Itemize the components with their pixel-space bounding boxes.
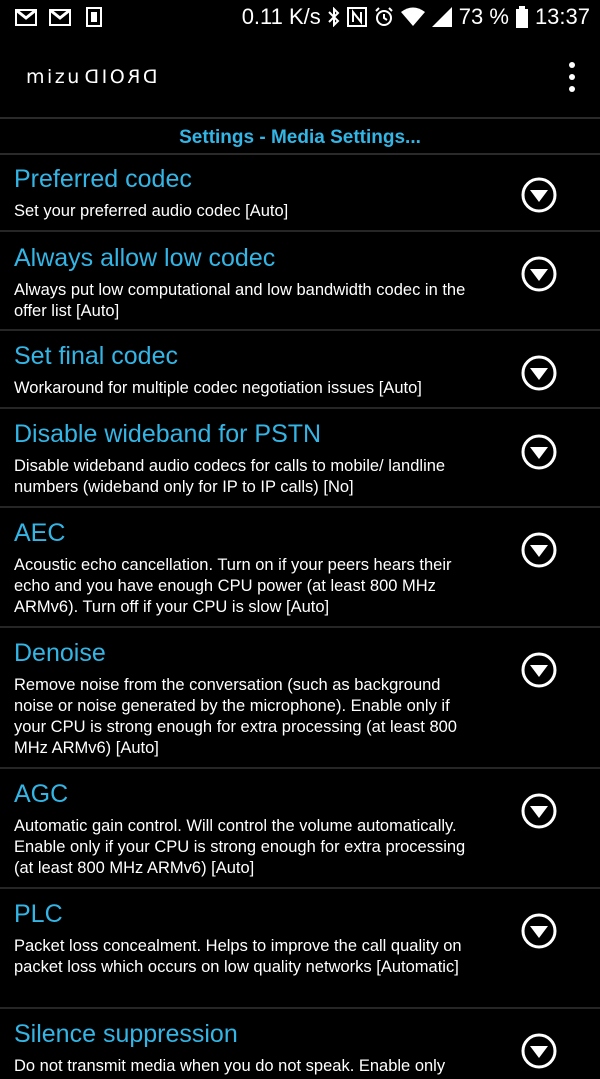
setting-title: AGC (14, 780, 69, 808)
chevron-down-icon[interactable] (521, 1033, 557, 1069)
setting-summary: Disable wideband audio codecs for calls … (14, 457, 446, 496)
logo-text-right: DROID (81, 66, 158, 88)
overflow-menu-button[interactable] (566, 62, 578, 92)
system-status: 0.11 K/s 73 % 13:37 (242, 4, 590, 30)
app-logo: mizuDROID (26, 66, 157, 88)
battery-icon (515, 6, 528, 28)
setting-aec[interactable]: AEC Acoustic echo cancellation. Turn on … (0, 508, 600, 628)
setting-set-final-codec[interactable]: Set final codec Workaround for multiple … (0, 331, 600, 409)
setting-agc[interactable]: AGC Automatic gain control. Will control… (0, 769, 600, 889)
setting-title: Silence suppression (14, 1020, 238, 1048)
setting-title: Disable wideband for PSTN (14, 420, 322, 448)
chevron-down-icon[interactable] (521, 652, 557, 688)
alarm-icon (374, 7, 394, 27)
settings-list: Preferred codec Set your preferred audio… (0, 155, 600, 1079)
setting-title: Set final codec (14, 342, 178, 370)
setting-title: Always allow low codec (14, 244, 276, 272)
chevron-down-icon[interactable] (521, 434, 557, 470)
dot-icon (569, 62, 575, 68)
notification-icons (14, 6, 106, 28)
setting-summary: Always put low computational and low ban… (14, 281, 466, 320)
status-bar: 0.11 K/s 73 % 13:37 (0, 0, 600, 38)
setting-denoise[interactable]: Denoise Remove noise from the conversati… (0, 628, 600, 769)
setting-title: AEC (14, 519, 66, 547)
gmail-icon (14, 6, 38, 28)
setting-silence-suppression[interactable]: Silence suppression Do not transmit medi… (0, 1009, 600, 1079)
chevron-down-icon[interactable] (521, 177, 557, 213)
dot-icon (569, 74, 575, 80)
gmail-icon (48, 6, 72, 28)
setting-title: Preferred codec (14, 165, 192, 193)
bluetooth-icon (328, 7, 340, 27)
network-speed: 0.11 K/s (241, 4, 321, 29)
setting-summary: Automatic gain control. Will control the… (14, 817, 466, 877)
nfc-icon (346, 7, 367, 27)
battery-percent: 73 % (458, 4, 509, 29)
section-header: Settings - Media Settings... (0, 119, 600, 155)
setting-plc[interactable]: PLC Packet loss concealment. Helps to im… (0, 889, 600, 1009)
app-bar: mizuDROID (0, 38, 600, 116)
setting-summary: Remove noise from the conversation (such… (14, 676, 457, 757)
clock: 13:37 (534, 4, 590, 29)
wifi-icon (400, 7, 425, 27)
dot-icon (569, 86, 575, 92)
chevron-down-icon[interactable] (521, 355, 557, 391)
setting-summary: Packet loss concealment. Helps to improv… (14, 937, 462, 976)
setting-title: Denoise (14, 639, 106, 667)
setting-preferred-codec[interactable]: Preferred codec Set your preferred audio… (0, 155, 600, 232)
setting-summary: Acoustic echo cancellation. Turn on if y… (14, 556, 452, 616)
setting-title: PLC (14, 900, 63, 928)
chevron-down-icon[interactable] (521, 913, 557, 949)
chevron-down-icon[interactable] (521, 793, 557, 829)
setting-summary: Workaround for multiple codec negotiatio… (14, 379, 422, 397)
chevron-down-icon[interactable] (521, 256, 557, 292)
setting-summary: Set your preferred audio codec [Auto] (14, 202, 289, 220)
signal-icon (431, 7, 452, 27)
setting-always-allow-low-codec[interactable]: Always allow low codec Always put low co… (0, 232, 600, 331)
logo-text-left: mizu (26, 66, 82, 88)
app-notification-icon (82, 6, 106, 28)
setting-disable-wideband-pstn[interactable]: Disable wideband for PSTN Disable wideba… (0, 409, 600, 508)
chevron-down-icon[interactable] (521, 532, 557, 568)
